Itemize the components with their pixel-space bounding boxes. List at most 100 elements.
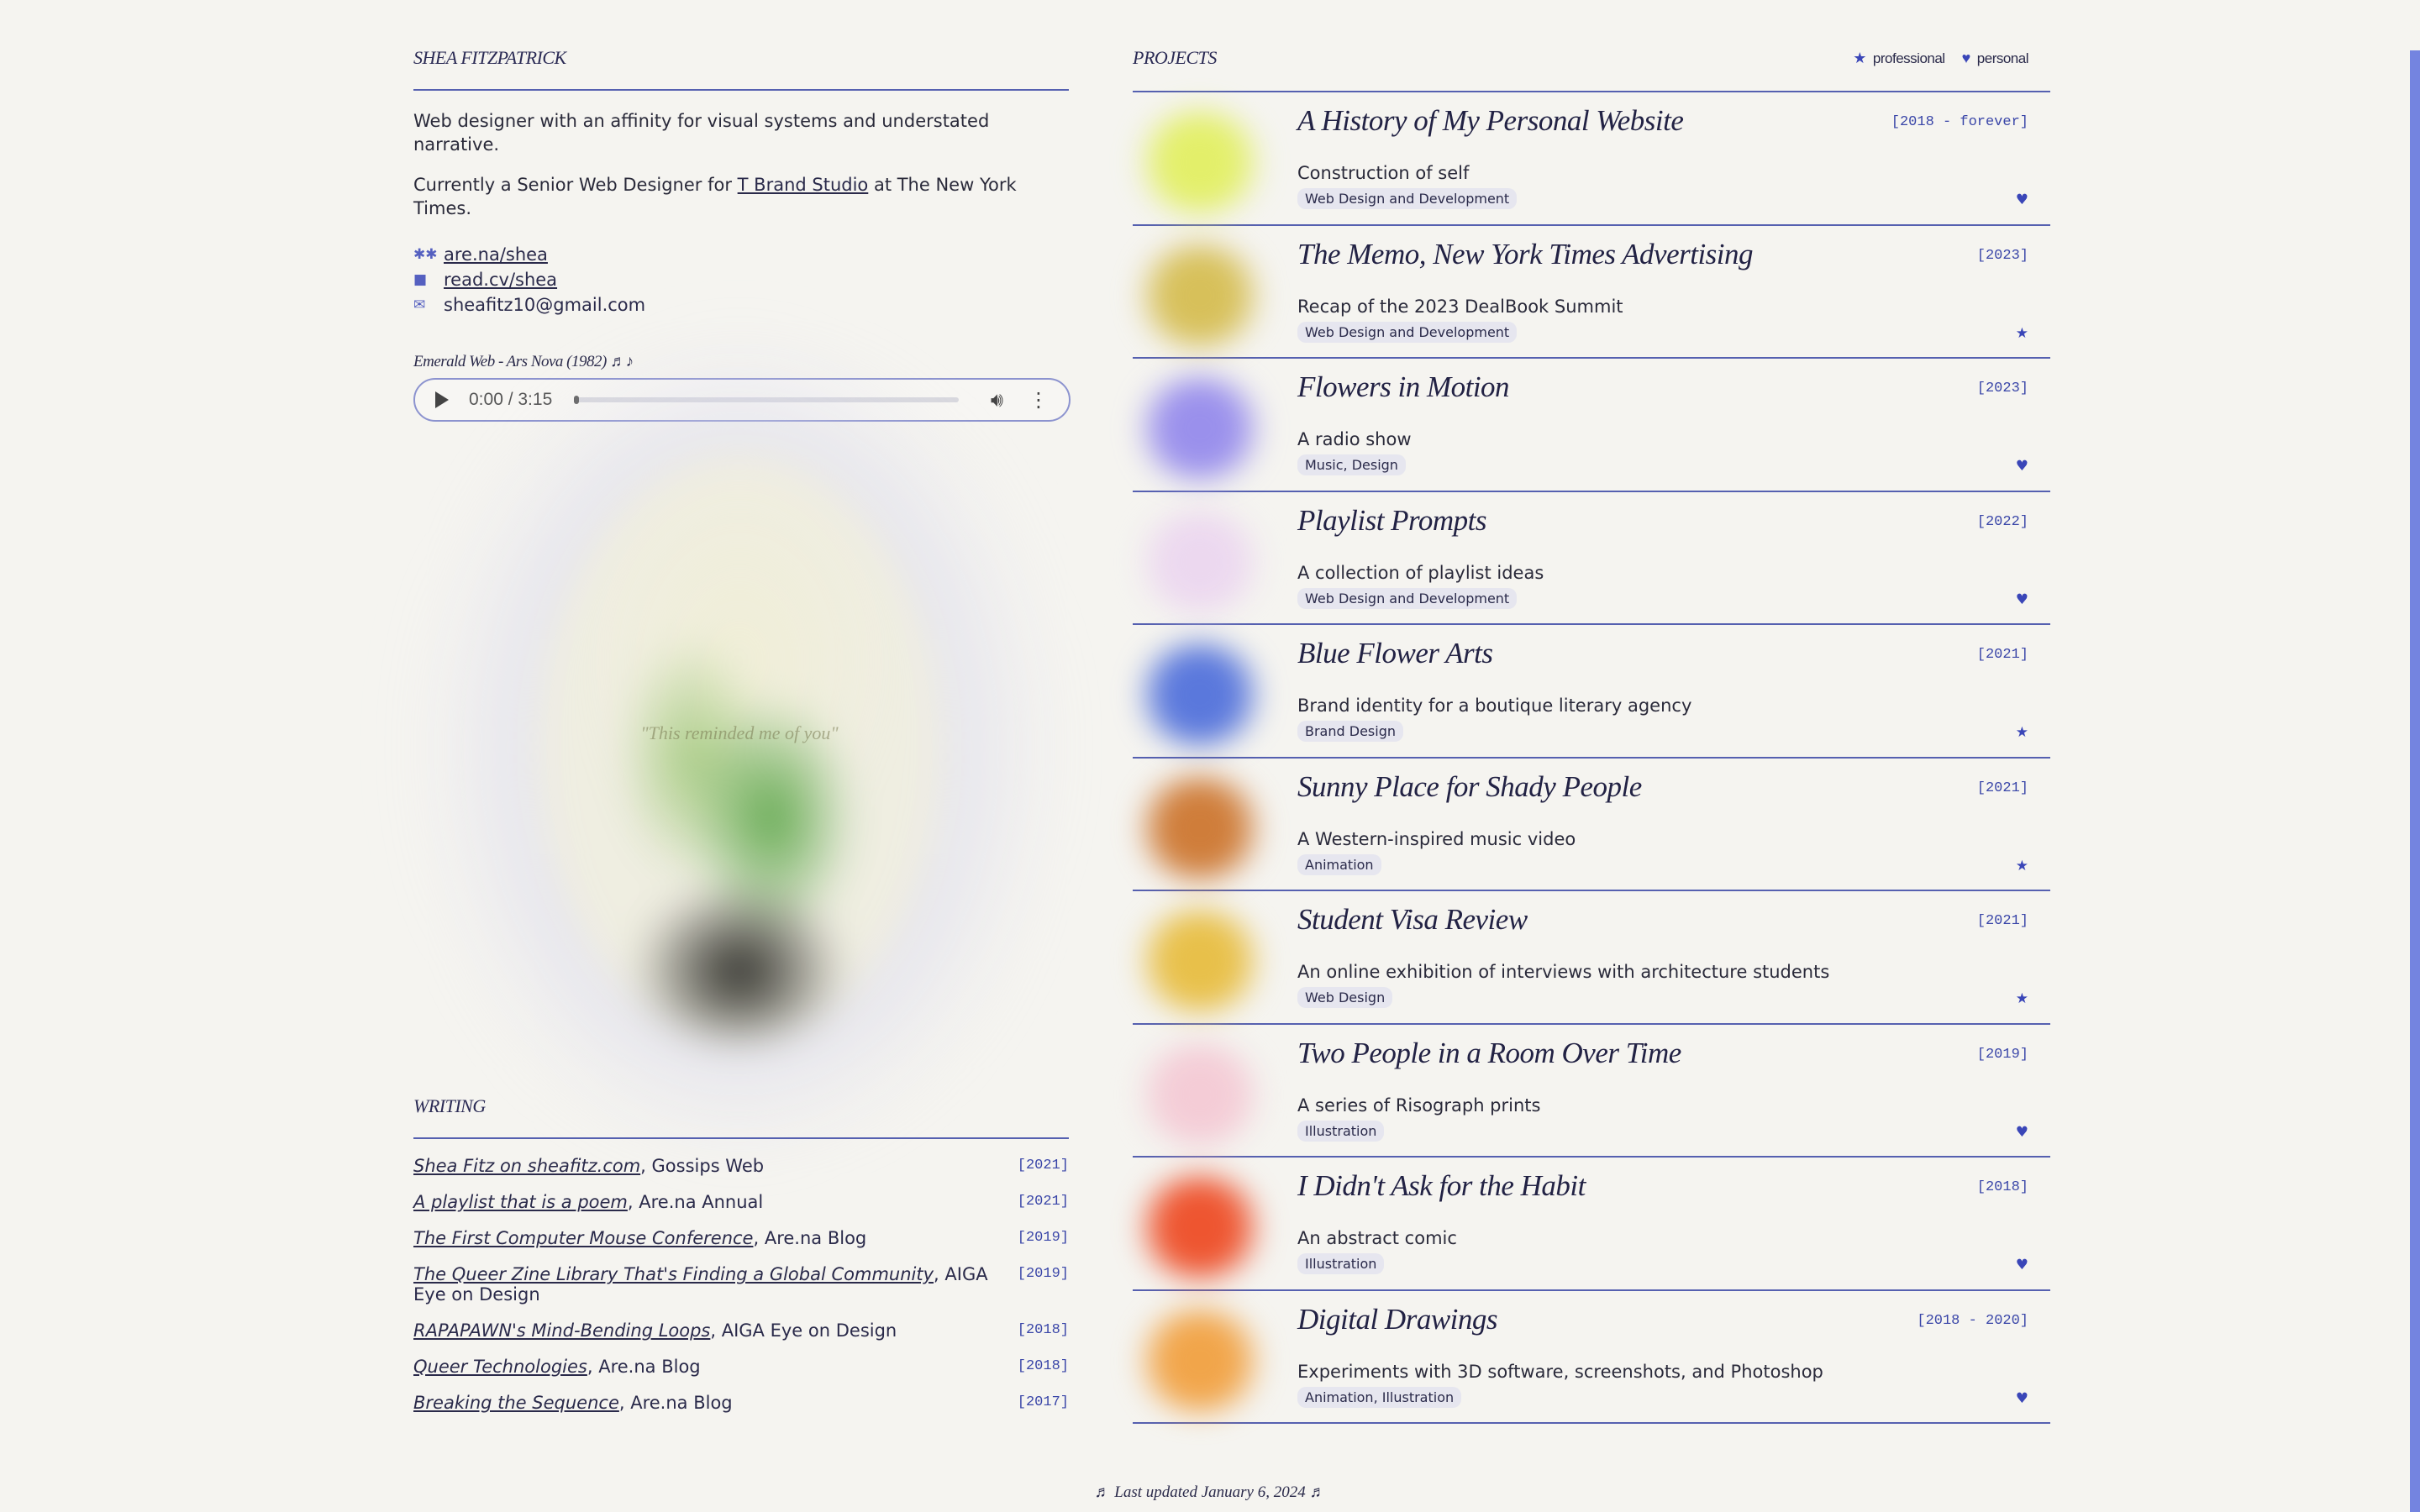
project-title[interactable]: Student Visa Review xyxy=(1297,903,1528,937)
profile-name: SHEA FITZPATRICK xyxy=(413,47,1069,91)
legend-personal: ♥ personal xyxy=(1962,50,2029,67)
project-tag: Animation xyxy=(1297,853,1381,875)
project-item[interactable]: Student Visa Review [2021] An online exhib… xyxy=(1133,891,2050,1025)
page-scrollbar[interactable] xyxy=(2410,50,2420,1512)
project-tag: Music, Design xyxy=(1297,454,1406,475)
writing-source: , Are.na Blog xyxy=(618,1393,733,1413)
writing-link[interactable]: Breaking the Sequence xyxy=(413,1393,619,1413)
project-thumbnail xyxy=(1133,1305,1267,1415)
project-tag: Web Design and Development xyxy=(1297,587,1518,609)
project-item[interactable]: Playlist Prompts [2022] A collection of pl… xyxy=(1133,492,2050,625)
project-year: [2018 - forever] xyxy=(1891,114,2028,130)
project-title[interactable]: The Memo, New York Times Advertising xyxy=(1297,238,1754,271)
asterisk-icon: ✱✱ xyxy=(413,246,438,263)
arena-link-row: ✱✱ are.na/shea xyxy=(413,242,1069,267)
writing-text: RAPAPAWN's Mind-Bending Loops, AIGA Eye … xyxy=(413,1320,993,1341)
project-title[interactable]: Digital Drawings xyxy=(1297,1303,1498,1336)
writing-link[interactable]: Shea Fitz on sheafitz.com xyxy=(413,1156,640,1176)
writing-text: Queer Technologies, Are.na Blog xyxy=(413,1357,993,1377)
audio-track-label: Emerald Web - Ars Nova (1982) ♬♪ xyxy=(413,353,634,370)
project-tag: Animation, Illustration xyxy=(1297,1386,1462,1408)
star-icon: ★ xyxy=(2015,724,2028,741)
writing-item: The First Computer Mouse Conference, Are… xyxy=(413,1228,1069,1248)
project-description: Construction of self xyxy=(1297,163,1470,183)
profile-column: SHEA FITZPATRICK Web designer with an af… xyxy=(413,47,1071,422)
projects-column: PROJECTS ★ professional ♥ personal A Histo… xyxy=(1133,47,2050,1424)
project-year: [2023] xyxy=(1976,247,2028,264)
arena-link[interactable]: are.na/shea xyxy=(444,244,548,265)
project-item[interactable]: I Didn't Ask for the Habit [2018] An abstr… xyxy=(1133,1158,2050,1291)
project-description: An abstract comic xyxy=(1297,1228,1457,1248)
writing-link[interactable]: The First Computer Mouse Conference xyxy=(413,1228,753,1248)
project-item[interactable]: Digital Drawings [2018 - 2020] Experiments… xyxy=(1133,1291,2050,1424)
writing-year: [2021] xyxy=(1017,1158,1069,1173)
writing-link[interactable]: The Queer Zine Library That's Finding a … xyxy=(413,1264,934,1284)
project-title[interactable]: Sunny Place for Shady People xyxy=(1297,770,1642,804)
writing-text: A playlist that is a poem, Are.na Annual xyxy=(413,1192,993,1212)
project-list: A History of My Personal Website [2018 - … xyxy=(1133,92,2050,1424)
project-description: Recap of the 2023 DealBook Summit xyxy=(1297,296,1623,317)
writing-year: [2019] xyxy=(1017,1266,1069,1282)
email-row: ✉ sheafitz10@gmail.com xyxy=(413,292,1069,318)
project-thumbnail xyxy=(1133,374,1267,483)
project-title[interactable]: A History of My Personal Website xyxy=(1297,104,1684,138)
writing-year: [2018] xyxy=(1017,1358,1069,1374)
legend: ★ professional ♥ personal xyxy=(1853,50,2028,67)
project-item[interactable]: Blue Flower Arts [2021] Brand identity for… xyxy=(1133,625,2050,759)
project-tag: Illustration xyxy=(1297,1120,1385,1142)
bio-line-1: Web designer with an affinity for visual… xyxy=(413,111,990,155)
writing-year: [2017] xyxy=(1017,1394,1069,1410)
project-item[interactable]: Flowers in Motion [2023] A radio show Music… xyxy=(1133,359,2050,492)
writing-item: The Queer Zine Library That's Finding a … xyxy=(413,1264,1069,1305)
writing-source: , Are.na Blog xyxy=(587,1357,701,1377)
project-title[interactable]: Blue Flower Arts xyxy=(1297,637,1493,670)
contact-links: ✱✱ are.na/shea ■ read.cv/shea ✉ sheafitz… xyxy=(413,242,1069,318)
writing-heading: WRITING xyxy=(413,1095,1069,1139)
audio-time: 0:00 / 3:15 xyxy=(469,390,553,409)
writing-text: Shea Fitz on sheafitz.com, Gossips Web xyxy=(413,1156,993,1176)
readcv-link[interactable]: read.cv/shea xyxy=(444,270,557,290)
star-icon: ★ xyxy=(2015,990,2028,1007)
writing-section: WRITING Shea Fitz on sheafitz.com, Gossi… xyxy=(413,1095,1069,1429)
project-tag: Web Design and Development xyxy=(1297,188,1518,209)
projects-heading: PROJECTS xyxy=(1133,47,1217,68)
star-icon: ★ xyxy=(1853,49,1866,66)
audio-progress-bar[interactable] xyxy=(574,396,959,404)
project-item[interactable]: Sunny Place for Shady People [2021] A West… xyxy=(1133,759,2050,891)
document-icon: ■ xyxy=(413,271,428,288)
star-icon: ★ xyxy=(2015,324,2028,342)
writing-text: Breaking the Sequence, Are.na Blog xyxy=(413,1393,993,1413)
bio-line-2: Currently a Senior Web Designer for T Br… xyxy=(413,173,1069,220)
writing-year: [2019] xyxy=(1017,1230,1069,1246)
project-description: An online exhibition of interviews with … xyxy=(1297,962,1830,982)
play-icon[interactable] xyxy=(435,391,449,408)
email-address[interactable]: sheafitz10@gmail.com xyxy=(444,295,645,315)
project-title[interactable]: Playlist Prompts xyxy=(1297,504,1487,538)
heart-icon: ♥ xyxy=(2015,591,2028,608)
project-title[interactable]: Flowers in Motion xyxy=(1297,370,1510,404)
project-title[interactable]: Two People in a Room Over Time xyxy=(1297,1037,1681,1070)
project-tag: Illustration xyxy=(1297,1253,1385,1274)
legend-professional: ★ professional xyxy=(1853,49,1945,67)
project-description: Brand identity for a boutique literary a… xyxy=(1297,696,1692,716)
project-thumbnail xyxy=(1133,773,1267,883)
star-icon: ★ xyxy=(2015,857,2028,874)
project-thumbnail xyxy=(1133,108,1267,217)
t-brand-studio-link[interactable]: T Brand Studio xyxy=(738,175,869,195)
volume-icon[interactable]: 🔊︎ xyxy=(991,388,1003,412)
projects-header: PROJECTS ★ professional ♥ personal xyxy=(1133,47,2050,92)
writing-link[interactable]: RAPAPAWN's Mind-Bending Loops xyxy=(413,1320,710,1341)
writing-link[interactable]: Queer Technologies xyxy=(413,1357,587,1377)
project-year: [2022] xyxy=(1976,513,2028,530)
project-item[interactable]: The Memo, New York Times Advertising [202… xyxy=(1133,226,2050,359)
writing-source: , Are.na Blog xyxy=(753,1228,867,1248)
project-thumbnail xyxy=(1133,640,1267,749)
project-item[interactable]: A History of My Personal Website [2018 - … xyxy=(1133,92,2050,226)
writing-year: [2018] xyxy=(1017,1322,1069,1338)
writing-link[interactable]: A playlist that is a poem xyxy=(413,1192,628,1212)
project-item[interactable]: Two People in a Room Over Time [2019] A se… xyxy=(1133,1025,2050,1158)
writing-item: Breaking the Sequence, Are.na Blog [2017] xyxy=(413,1393,1069,1413)
project-title[interactable]: I Didn't Ask for the Habit xyxy=(1297,1169,1586,1203)
more-options-icon[interactable]: ⋮ xyxy=(1028,388,1049,412)
project-year: [2023] xyxy=(1976,381,2028,396)
